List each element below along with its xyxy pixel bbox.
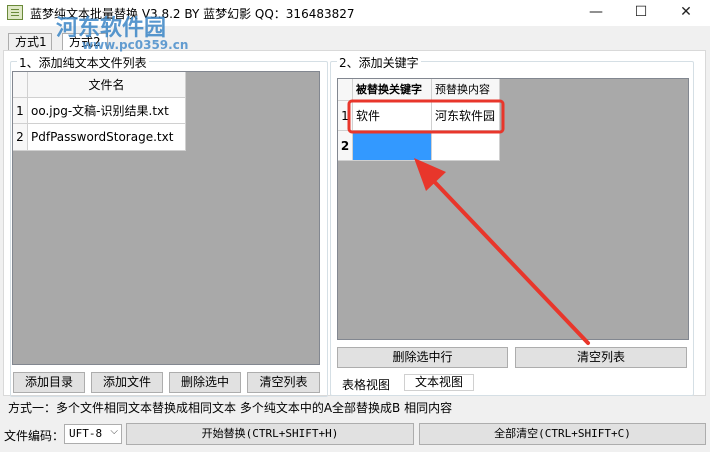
row-header[interactable]: 2 xyxy=(338,131,353,161)
tab-text-view[interactable]: 文本视图 xyxy=(404,374,474,391)
find-cell-selected[interactable] xyxy=(353,131,432,161)
window-title: 蓝梦纯文本批量替换 V3.8.2 BY 蓝梦幻影 QQ：316483827 xyxy=(30,7,355,21)
tab-table-view[interactable]: 表格视图 xyxy=(342,376,390,393)
encoding-select[interactable]: UFT-8 ⌵ xyxy=(64,424,122,444)
add-file-button[interactable]: 添加文件 xyxy=(91,372,163,393)
close-button[interactable]: ✕ xyxy=(664,0,708,26)
replace-cell[interactable] xyxy=(432,131,500,161)
grid-corner xyxy=(338,79,353,101)
file-list-grid[interactable]: 文件名 1 oo.jpg-文稿-识别结果.txt 2 PdfPasswordSt… xyxy=(12,71,320,365)
row-header[interactable]: 1 xyxy=(13,98,28,124)
minimize-button[interactable]: — xyxy=(574,0,618,26)
encoding-label: 文件编码： xyxy=(4,429,65,443)
grid-corner xyxy=(13,72,28,98)
keyword-title: 2、添加关键字 xyxy=(337,54,421,71)
encoding-value: UFT-8 xyxy=(69,427,103,440)
delete-selected-row-button[interactable]: 删除选中行 xyxy=(337,347,508,368)
clear-all-button[interactable]: 全部清空(CTRL+SHIFT+C) xyxy=(419,423,706,445)
find-cell[interactable]: 软件 xyxy=(353,101,432,131)
add-directory-button[interactable]: 添加目录 xyxy=(13,372,85,393)
file-name-cell[interactable]: PdfPasswordStorage.txt xyxy=(28,124,186,151)
replace-column-header[interactable]: 预替换内容 xyxy=(432,79,500,101)
title-bar: 蓝梦纯文本批量替换 V3.8.2 BY 蓝梦幻影 QQ：316483827 — … xyxy=(0,0,710,26)
delete-selected-button[interactable]: 删除选中 xyxy=(169,372,241,393)
row-header[interactable]: 1 xyxy=(338,101,353,131)
clear-file-list-button[interactable]: 清空列表 xyxy=(247,372,320,393)
row-header[interactable]: 2 xyxy=(13,124,28,151)
replace-cell[interactable]: 河东软件园 xyxy=(432,101,500,131)
file-list-title: 1、添加纯文本文件列表 xyxy=(17,54,149,71)
start-replace-button[interactable]: 开始替换(CTRL+SHIFT+H) xyxy=(126,423,414,445)
clear-keyword-list-button[interactable]: 清空列表 xyxy=(515,347,687,368)
find-column-header[interactable]: 被替换关键字 xyxy=(353,79,432,101)
filename-column-header[interactable]: 文件名 xyxy=(28,72,186,98)
status-text: 方式一：多个文件相同文本替换成相同文本 多个纯文本中的A全部替换成B 相同内容 xyxy=(8,401,453,415)
tab-mode-2[interactable]: 方式2 xyxy=(62,33,108,51)
chevron-down-icon: ⌵ xyxy=(110,426,118,437)
keyword-grid[interactable]: 被替换关键字 预替换内容 1 软件 河东软件园 2 xyxy=(337,78,689,340)
tab-mode-1[interactable]: 方式1 xyxy=(8,33,52,51)
text-document-icon xyxy=(7,5,23,20)
maximize-button[interactable]: ☐ xyxy=(619,0,663,26)
file-name-cell[interactable]: oo.jpg-文稿-识别结果.txt xyxy=(28,98,186,124)
